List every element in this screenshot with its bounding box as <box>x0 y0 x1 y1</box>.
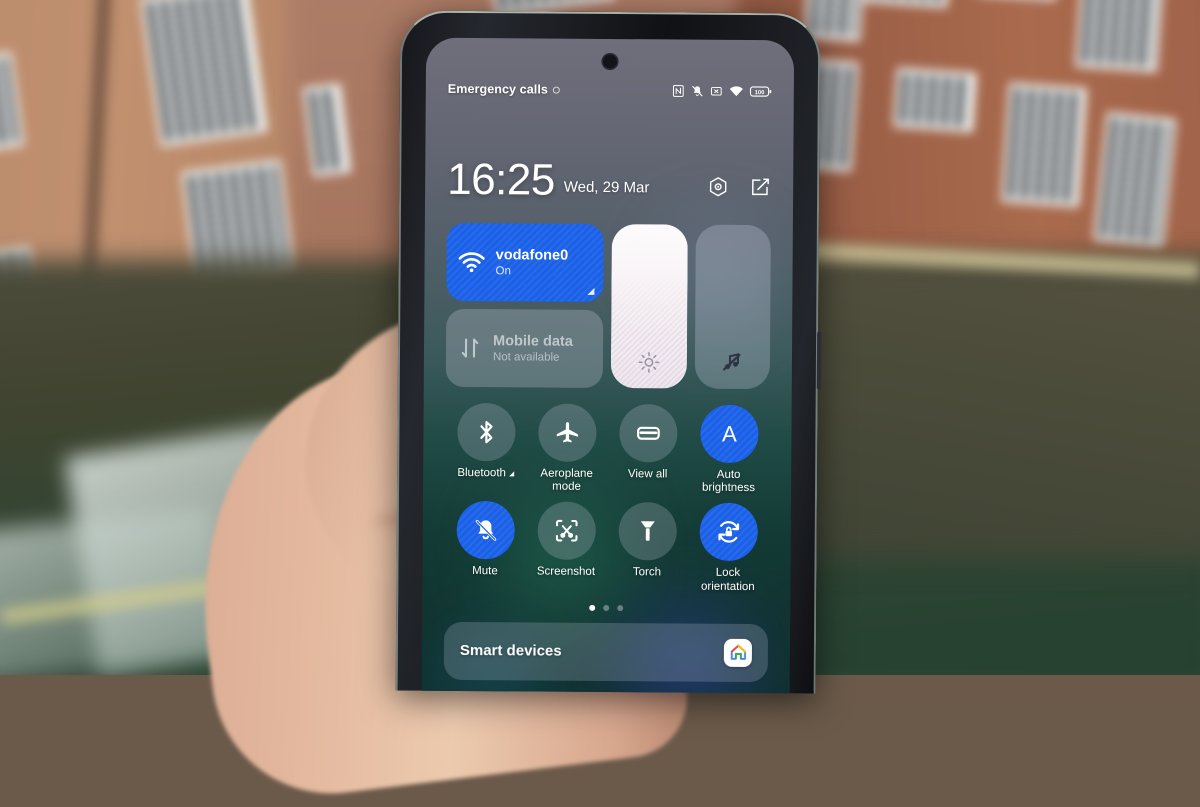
tile-screenshot-text: Screenshot <box>536 565 596 579</box>
quick-settings-tile-grid: Bluetooth Aeroplane mode View all A Auto… <box>444 402 770 594</box>
svg-text:100: 100 <box>755 90 765 96</box>
torch-icon <box>640 521 655 542</box>
quick-settings-panel: vodafone0 On Mobile data Not available B… <box>443 222 771 682</box>
tile-auto-brightness-circle[interactable]: A <box>699 404 759 464</box>
tile-bluetooth-expand-icon[interactable] <box>508 471 514 477</box>
data-transfer-icon <box>458 336 482 360</box>
railing-rail <box>800 260 1200 380</box>
header-actions <box>707 176 771 198</box>
tile-screenshot-label: Screenshot <box>537 566 595 580</box>
window <box>893 67 977 133</box>
svg-text:A: A <box>721 421 736 446</box>
tile-mute-label: Mute <box>472 565 498 578</box>
smart-devices-label: Smart devices <box>459 642 562 661</box>
wifi-tile[interactable]: vodafone0 On <box>446 222 604 302</box>
bluetooth-icon <box>479 421 493 444</box>
quick-settings-top-row: vodafone0 On Mobile data Not available <box>445 222 771 390</box>
mobile-data-tile-title: Mobile data <box>493 333 573 350</box>
tile-view-all-label: View all <box>628 468 668 481</box>
tile-lock-orientation[interactable]: Lock orientation <box>687 503 769 594</box>
phone-body: Emergency calls 100 16:25 Wed, 29 Mar vo… <box>395 10 822 694</box>
wifi-tile-expand-icon[interactable] <box>587 287 595 295</box>
tile-mute-circle[interactable] <box>456 501 515 560</box>
brightness-icon <box>638 351 660 373</box>
tile-torch[interactable]: Torch <box>606 502 688 593</box>
tile-bluetooth-label: Bluetooth <box>457 467 514 481</box>
google-home-icon[interactable] <box>723 638 753 667</box>
volume-slider[interactable] <box>694 224 771 390</box>
tile-auto-brightness[interactable]: A Auto brightness <box>688 404 770 496</box>
tile-bluetooth-circle[interactable] <box>456 402 516 462</box>
tile-torch-label: Torch <box>633 567 661 580</box>
window <box>1075 0 1167 73</box>
mobile-data-tile[interactable]: Mobile data Not available <box>445 308 604 388</box>
tile-aeroplane-mode-label: Aeroplane mode <box>540 468 593 495</box>
tile-torch-circle[interactable] <box>618 502 677 561</box>
edit-icon[interactable] <box>749 176 771 198</box>
tile-aeroplane-mode[interactable]: Aeroplane mode <box>526 403 608 494</box>
status-bar: Emergency calls 100 <box>426 82 794 99</box>
tile-aeroplane-mode-text: Aeroplane mode <box>540 467 593 494</box>
battery-icon: 100 <box>749 84 772 97</box>
bell-off-icon <box>475 520 496 542</box>
window <box>140 0 268 147</box>
rotation-lock-icon <box>717 521 739 544</box>
carrier-label: Emergency calls <box>447 81 549 97</box>
screenshot-icon <box>555 520 578 542</box>
wifi-icon <box>458 251 485 272</box>
clock-date: Wed, 29 Mar <box>563 179 650 197</box>
wifi-tile-subtitle: On <box>495 265 511 278</box>
clock-time: 16:25 <box>447 154 555 205</box>
tile-screenshot[interactable]: Screenshot <box>525 501 607 593</box>
tile-lock-orientation-text: Lock orientation <box>700 567 755 593</box>
mobile-data-tile-subtitle: Not available <box>492 351 560 364</box>
music-off-icon <box>720 350 744 374</box>
page-indicator <box>444 604 768 612</box>
tile-torch-text: Torch <box>632 566 662 579</box>
quick-settings-big-tiles: vodafone0 On Mobile data Not available <box>445 222 604 388</box>
page-dot-1[interactable] <box>589 604 596 611</box>
nfc-icon <box>672 84 685 97</box>
brightness-slider[interactable] <box>610 224 688 389</box>
tile-auto-brightness-label: Auto brightness <box>702 469 755 496</box>
tile-lock-orientation-label: Lock orientation <box>701 567 755 594</box>
window <box>1000 82 1088 208</box>
vibrate-off-icon <box>691 84 704 97</box>
status-bar-icons: 100 <box>672 84 772 98</box>
tile-bluetooth-text: Bluetooth <box>457 466 506 480</box>
auto-brightness-icon: A <box>721 421 736 446</box>
tile-screenshot-circle[interactable] <box>537 501 596 561</box>
page-dot-3[interactable] <box>617 604 624 611</box>
tile-lock-orientation-circle[interactable] <box>699 503 758 562</box>
power-button[interactable] <box>816 331 822 390</box>
wifi-icon <box>729 84 744 97</box>
tile-bluetooth[interactable]: Bluetooth <box>445 402 527 494</box>
clock-header: 16:25 Wed, 29 Mar <box>425 154 793 205</box>
no-sim-icon <box>710 84 723 97</box>
tile-view-all-text: View all <box>627 468 668 481</box>
settings-gear-icon[interactable] <box>707 176 729 198</box>
tile-view-all-circle[interactable] <box>618 404 678 463</box>
front-camera-punch-hole <box>601 52 619 71</box>
tile-mute-text: Mute <box>472 565 498 578</box>
window <box>1093 111 1177 249</box>
carrier-dot-icon <box>552 86 561 94</box>
airplane-icon <box>556 422 578 443</box>
smart-devices-card[interactable]: Smart devices <box>443 621 769 682</box>
phone-screen[interactable]: Emergency calls 100 16:25 Wed, 29 Mar vo… <box>421 37 795 694</box>
tile-auto-brightness-text: Auto brightness <box>701 468 756 495</box>
wifi-tile-title: vodafone0 <box>495 247 569 264</box>
tile-mute[interactable]: Mute <box>444 501 526 592</box>
view-all-icon <box>636 426 660 440</box>
status-bar-left: Emergency calls <box>447 81 561 97</box>
tile-aeroplane-mode-circle[interactable] <box>537 403 597 462</box>
tile-view-all[interactable]: View all <box>607 404 689 495</box>
page-dot-2[interactable] <box>603 604 610 611</box>
